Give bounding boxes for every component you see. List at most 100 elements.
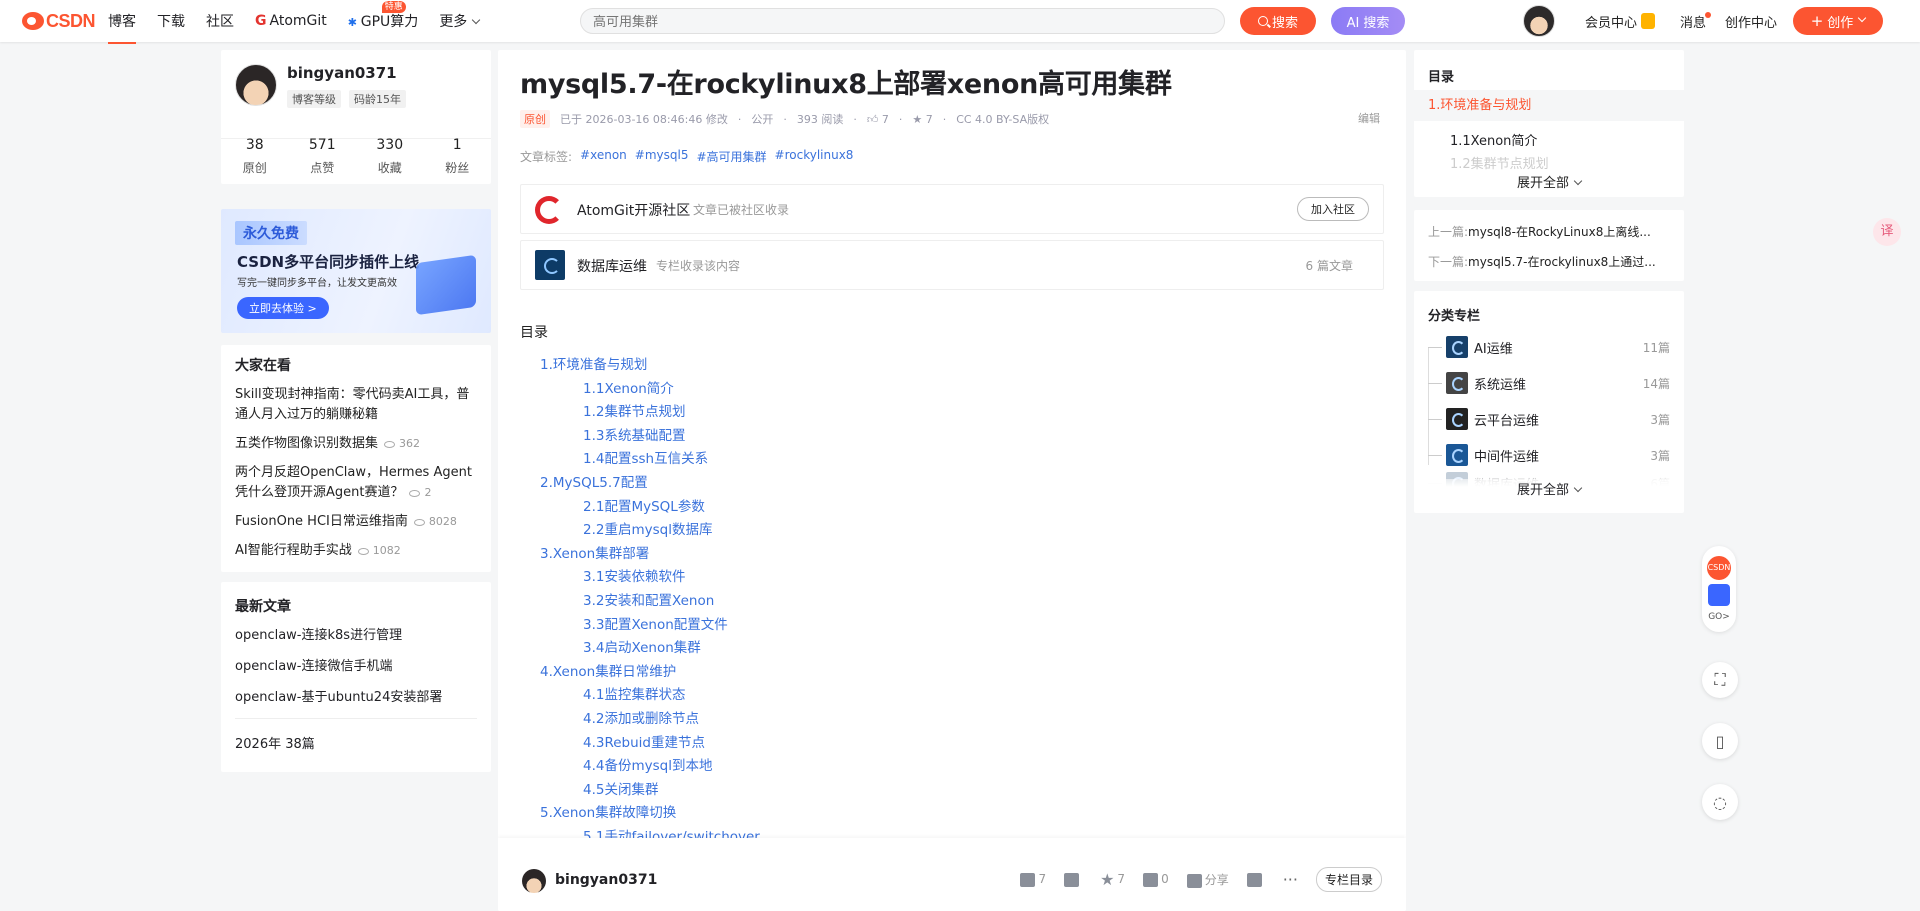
join-community-button[interactable]: 加入社区 bbox=[1297, 197, 1369, 221]
prev-article-link[interactable]: 上一篇:mysql8-在RockyLinux8上离线... bbox=[1428, 223, 1673, 240]
category-expand-all[interactable]: 展开全部 bbox=[1414, 479, 1684, 498]
author-avatar[interactable] bbox=[522, 869, 546, 893]
plugin-promo-banner[interactable]: 永久免费 CSDN多平台同步插件上线 写完一键同步多平台，让发文更高效 立即去体… bbox=[221, 209, 491, 333]
feedback-button[interactable]: ◌ bbox=[1702, 784, 1738, 820]
like-meta[interactable]: 👍︎ 7 bbox=[867, 113, 889, 126]
chevron-down-icon bbox=[472, 15, 481, 25]
messages-link[interactable]: 消息 bbox=[1680, 0, 1706, 42]
latest-item[interactable]: openclaw-连接微信手机端 bbox=[235, 655, 442, 674]
more-button[interactable]: ··· bbox=[1283, 870, 1298, 889]
chevron-down-icon bbox=[1573, 176, 1583, 186]
fullscreen-button[interactable]: ⛶ bbox=[1702, 662, 1738, 698]
mobile-view-button[interactable]: ▯ bbox=[1702, 723, 1738, 759]
trending-title: 大家在看 bbox=[235, 358, 291, 374]
eye-icon bbox=[409, 489, 421, 497]
nav-blog[interactable]: 博客 bbox=[108, 11, 136, 44]
toc-item[interactable]: 1.环境准备与规划 bbox=[540, 355, 760, 379]
search-input[interactable] bbox=[580, 8, 1225, 34]
toc-item[interactable]: 1.3系统基础配置 bbox=[540, 426, 760, 450]
toc-item[interactable]: 4.5关闭集群 bbox=[540, 780, 760, 804]
toc-item[interactable]: 1.1Xenon简介 bbox=[540, 379, 760, 403]
toc-item[interactable]: 4.1监控集群状态 bbox=[540, 685, 760, 709]
user-avatar[interactable] bbox=[1523, 5, 1555, 37]
community-box[interactable]: AtomGit开源社区 文章已被社区收录 加入社区 bbox=[520, 184, 1384, 234]
tag-link[interactable]: #rockylinux8 bbox=[775, 148, 854, 165]
blog-level-badge[interactable]: 博客等级 bbox=[287, 90, 341, 108]
toc-item[interactable]: 4.2添加或删除节点 bbox=[540, 709, 760, 733]
author-name[interactable]: bingyan0371 bbox=[287, 64, 397, 82]
toc-item[interactable]: 3.Xenon集群部署 bbox=[540, 544, 760, 568]
nav-download[interactable]: 下载 bbox=[157, 11, 185, 31]
toc-item[interactable]: 3.1安装依赖软件 bbox=[540, 567, 760, 591]
expand-label: 展开全部 bbox=[1516, 176, 1569, 191]
favorite-button[interactable]: ★ 7 bbox=[1100, 870, 1125, 889]
trending-item[interactable]: 五类作物图像识别数据集 362 bbox=[235, 434, 480, 454]
column-directory-button[interactable]: 专栏目录 bbox=[1315, 867, 1382, 892]
toc-item[interactable]: 2.1配置MySQL参数 bbox=[540, 497, 760, 521]
next-article-link[interactable]: 下一篇:mysql5.7-在rockylinux8上通过... bbox=[1428, 253, 1673, 270]
tag-link[interactable]: #xenon bbox=[580, 148, 627, 165]
edit-link[interactable]: 编辑 bbox=[1358, 110, 1380, 126]
archive-year[interactable]: 2026年 38篇 bbox=[235, 718, 477, 752]
toc-item[interactable]: 1.4配置ssh互信关系 bbox=[540, 449, 760, 473]
category-item[interactable]: 中间件运维 3篇 bbox=[1428, 444, 1670, 466]
promo-cta-button[interactable]: 立即去体验 > bbox=[237, 297, 329, 319]
toc-item[interactable]: 2.MySQL5.7配置 bbox=[540, 473, 760, 497]
license-link[interactable]: CC 4.0 BY-SA版权 bbox=[956, 111, 1049, 127]
toc-item[interactable]: 3.2安装和配置Xenon bbox=[540, 591, 760, 615]
toc-item[interactable]: 3.3配置Xenon配置文件 bbox=[540, 615, 760, 639]
tag-link[interactable]: #高可用集群 bbox=[696, 148, 766, 165]
toc-expand-all[interactable]: 展开全部 bbox=[1414, 170, 1684, 191]
search-button[interactable]: 搜索 bbox=[1240, 7, 1316, 35]
bottom-actions: 7 ★ 7 0 分享 ··· 专栏目录 bbox=[1020, 867, 1382, 892]
creator-center-link[interactable]: 创作中心 bbox=[1725, 0, 1777, 42]
stat-fans[interactable]: 1 粉丝 bbox=[424, 137, 492, 176]
category-item[interactable]: 系统运维 14篇 bbox=[1428, 372, 1670, 394]
toc-item[interactable]: 2.2重启mysql数据库 bbox=[540, 520, 760, 544]
create-button[interactable]: + 创作 bbox=[1793, 7, 1883, 35]
like-button[interactable]: 7 bbox=[1020, 872, 1046, 887]
category-item[interactable]: 云平台运维 3篇 bbox=[1428, 408, 1670, 430]
csdn-go-widget[interactable]: CSDN GO> bbox=[1702, 546, 1736, 632]
trending-item[interactable]: FusionOne HCI日常运维指南 8028 bbox=[235, 512, 480, 532]
share-button[interactable]: 分享 bbox=[1186, 871, 1229, 888]
author-name[interactable]: bingyan0371 bbox=[555, 872, 657, 888]
toc-item[interactable]: 4.Xenon集群日常维护 bbox=[540, 662, 760, 686]
nav-more[interactable]: 更多 bbox=[439, 11, 481, 31]
category-count: 11篇 bbox=[1642, 340, 1670, 355]
trending-item[interactable]: 两个月反超OpenClaw，Hermes Agent凭什么登顶开源Agent赛道… bbox=[235, 463, 480, 503]
stat-likes[interactable]: 571 点赞 bbox=[289, 137, 357, 176]
author-avatar[interactable] bbox=[235, 64, 277, 106]
star-meta[interactable]: ★ 7 bbox=[912, 113, 932, 126]
toc-item[interactable]: 3.4启动Xenon集群 bbox=[540, 638, 760, 662]
toc-item[interactable]: 4.3Rebuid重建节点 bbox=[540, 733, 760, 757]
report-button[interactable] bbox=[1246, 872, 1265, 887]
stat-original[interactable]: 38 原创 bbox=[221, 137, 289, 176]
latest-item[interactable]: openclaw-基于ubuntu24安装部署 bbox=[235, 686, 442, 705]
comment-button[interactable]: 0 bbox=[1143, 872, 1169, 887]
article-bottom-toolbar: bingyan0371 7 ★ 7 0 分享 ··· 专栏目录 bbox=[498, 838, 1406, 911]
nav-gpu[interactable]: ✱ GPU算力 特惠 bbox=[348, 1, 418, 31]
trending-item[interactable]: Skill变现封神指南：零代码卖AI工具，普通人月入过万的躺赚秘籍 bbox=[235, 385, 480, 425]
sidebar-toc-item-active[interactable]: 1.环境准备与规划 bbox=[1414, 90, 1684, 121]
ai-search-button[interactable]: AI 搜索 bbox=[1331, 7, 1405, 35]
translate-badge[interactable]: 译 bbox=[1873, 218, 1901, 246]
sidebar-toc-item[interactable]: 1.1Xenon简介 bbox=[1450, 130, 1537, 149]
nav-atomgit[interactable]: G AtomGit bbox=[255, 13, 327, 29]
tag-link[interactable]: #mysql5 bbox=[635, 148, 689, 165]
trending-item[interactable]: AI智能行程助手实战 1082 bbox=[235, 541, 480, 561]
column-icon bbox=[1446, 408, 1468, 430]
star-icon: ★ bbox=[1100, 870, 1115, 889]
vip-center[interactable]: 会员中心 bbox=[1585, 0, 1656, 42]
column-box[interactable]: 数据库运维 专栏收录该内容 6 篇文章 bbox=[520, 240, 1384, 290]
trending-item-title: FusionOne HCI日常运维指南 bbox=[235, 514, 408, 529]
stat-favorites[interactable]: 330 收藏 bbox=[356, 137, 424, 176]
toc-item[interactable]: 4.4备份mysql到本地 bbox=[540, 756, 760, 780]
toc-item[interactable]: 5.Xenon集群故障切换 bbox=[540, 803, 760, 827]
category-item[interactable]: AI运维 11篇 bbox=[1428, 336, 1670, 358]
dislike-button[interactable] bbox=[1064, 872, 1082, 887]
csdn-logo[interactable]: CSDN bbox=[22, 9, 96, 33]
latest-item[interactable]: openclaw-连接k8s进行管理 bbox=[235, 624, 442, 643]
nav-community[interactable]: 社区 bbox=[206, 11, 234, 31]
toc-item[interactable]: 1.2集群节点规划 bbox=[540, 402, 760, 426]
